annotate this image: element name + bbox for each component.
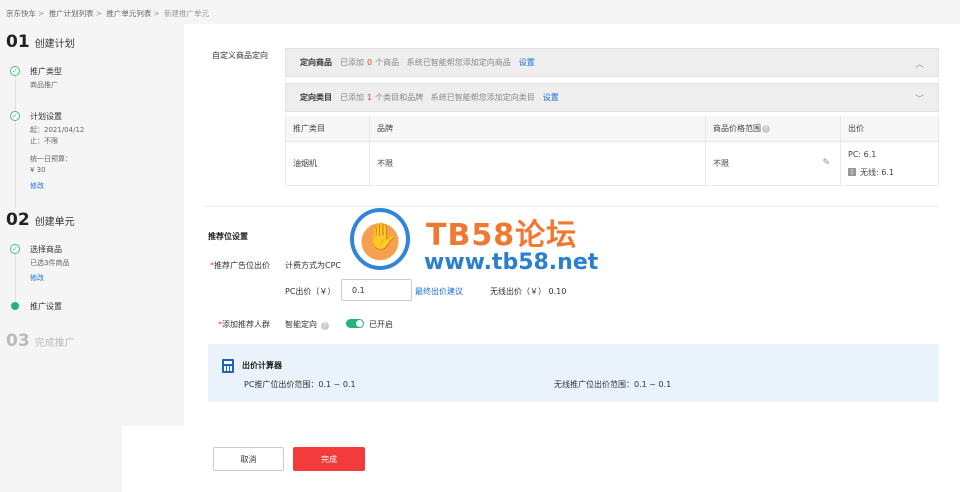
targeted-category-panel[interactable]: 定向类目 已添加 1 个类目和品牌 系统已智能帮您添加定向类目 设置 ﹀ <box>285 83 939 112</box>
substep-title: 计划设置 <box>30 112 62 121</box>
header-brand: 品牌 <box>370 116 706 141</box>
chevron-down-icon[interactable]: ﹀ <box>915 92 924 105</box>
bid-suggestion-link[interactable]: 最终出价建议 <box>415 286 463 297</box>
panel-desc: 已添加 0 个商品 系统已智能帮您添加定向商品 <box>340 58 511 67</box>
hand-logo-icon <box>350 208 410 270</box>
custom-targeting-label: 自定义商品定向 <box>212 51 268 60</box>
substep-title: 推广类型 <box>30 67 62 76</box>
step-number: 01 <box>6 32 30 52</box>
header-category: 推广类目 <box>286 116 370 141</box>
calculator-title: 出价计算器 <box>242 361 282 370</box>
done-button[interactable]: 完成 <box>293 447 365 471</box>
breadcrumb: 京东快车 > 推广计划列表 > 推广单元列表 > 新建推广单元 <box>6 8 209 19</box>
pc-bid-input[interactable] <box>341 279 412 301</box>
targeted-goods-panel[interactable]: 定向商品 已添加 0 个商品 系统已智能帮您添加定向商品 设置 ︿ <box>285 48 939 77</box>
rec-bid-label: *推荐广告位出价 <box>210 261 270 270</box>
edit-goods-link[interactable]: 修改 <box>30 273 44 283</box>
smart-targeting-toggle[interactable] <box>346 319 364 328</box>
help-icon[interactable]: ? <box>762 124 770 133</box>
pc-bid-range: PC推广位出价范围：0.1 ~ 0.1 <box>244 380 356 389</box>
selected-goods-count: 已选3件商品 <box>30 259 70 267</box>
daily-budget-label: 统一日预算： <box>30 155 72 163</box>
breadcrumb-item-current: 新建推广单元 <box>164 9 210 18</box>
breadcrumb-item-unit-list[interactable]: 推广单元列表 <box>106 9 151 18</box>
cell-price-range: 不限 ✎ <box>706 142 841 185</box>
step-label: 创建计划 <box>34 39 75 50</box>
step-number: 02 <box>6 210 30 230</box>
section-divider <box>204 206 939 207</box>
step-create-unit: 02 创建单元 <box>6 210 75 230</box>
breadcrumb-item-plan-list[interactable]: 推广计划列表 <box>49 9 94 18</box>
watermark-url: www.tb58.net <box>424 250 599 275</box>
table-header: 推广类目 品牌 商品价格范围? 出价 <box>286 116 938 142</box>
category-table: 推广类目 品牌 商品价格范围? 出价 油烟机 不限 不限 ✎ PC: 6.1 ▯ 无… <box>285 116 939 186</box>
step-connector-line <box>15 72 16 208</box>
cost-mode-text: 计费方式为CPC <box>285 261 341 270</box>
header-bid: 出价 <box>848 124 864 133</box>
check-icon: ✓ <box>10 111 20 121</box>
set-goods-link[interactable]: 设置 <box>519 57 535 68</box>
bid-calculator: 出价计算器 PC推广位出价范围：0.1 ~ 0.1 无线推广位出价范围：0.1 … <box>208 344 939 402</box>
mobile-icon: ▯ <box>848 168 856 176</box>
step-sidebar: 01 创建计划 ✓ 推广类型 商品推广 ✓ 计划设置 起：2021/04/12 … <box>0 24 122 492</box>
edit-plan-link[interactable]: 修改 <box>30 181 44 191</box>
plan-start-date: 起：2021/04/12 <box>30 126 85 134</box>
mobile-bid-row: ▯ 无线: 6.1 <box>848 167 894 178</box>
current-step-dot-icon <box>11 302 19 310</box>
form-footer: 取消 完成 <box>122 426 960 492</box>
daily-budget-value: ¥ 30 <box>30 166 46 174</box>
breadcrumb-separator: > <box>153 9 160 18</box>
mobile-bid-text: 无线出价（￥） 0.10 <box>490 287 567 296</box>
chevron-up-icon[interactable]: ︿ <box>915 57 924 70</box>
step-label: 创建单元 <box>34 217 75 228</box>
breadcrumb-separator: > <box>95 9 102 18</box>
breadcrumb-separator: > <box>38 9 45 18</box>
pencil-edit-icon[interactable]: ✎ <box>822 158 830 168</box>
cancel-button[interactable]: 取消 <box>213 447 284 471</box>
forum-watermark: TB58论坛 www.tb58.net <box>350 208 610 280</box>
step-finish: 03 完成推广 <box>6 331 75 351</box>
check-icon: ✓ <box>10 66 20 76</box>
substep-title: 推广设置 <box>30 302 62 311</box>
category-count: 1 <box>367 93 373 102</box>
substep-title: 选择商品 <box>30 245 62 254</box>
step-create-plan: 01 创建计划 <box>6 32 75 52</box>
pc-bid-label: PC出价（￥） <box>285 287 336 296</box>
cell-bid: PC: 6.1 ▯ 无线: 6.1 <box>841 142 938 185</box>
goods-count: 0 <box>367 58 373 67</box>
breadcrumb-item-kuaiche[interactable]: 京东快车 <box>6 9 36 18</box>
check-icon: ✓ <box>10 244 20 254</box>
toggle-state-text: 已开启 <box>369 320 393 329</box>
step-connector-line <box>15 248 16 304</box>
panel-desc: 已添加 1 个类目和品牌 系统已智能帮您添加定向类目 <box>340 93 535 102</box>
help-icon[interactable]: ? <box>320 322 329 330</box>
step-label: 完成推广 <box>34 338 75 349</box>
header-price-range: 商品价格范围? <box>706 116 841 141</box>
step-number: 03 <box>6 331 30 351</box>
pc-bid-value: PC: 6.1 <box>848 149 877 159</box>
panel-title: 定向类目 <box>300 93 332 102</box>
table-row: 油烟机 不限 不限 ✎ PC: 6.1 ▯ 无线: 6.1 <box>286 142 938 185</box>
set-category-link[interactable]: 设置 <box>543 92 559 103</box>
rec-section-title: 推荐位设置 <box>208 232 248 241</box>
cell-category: 油烟机 <box>286 142 370 185</box>
smart-targeting-label: 智能定向 ? <box>285 319 329 330</box>
plan-end-date: 止：不限 <box>30 137 58 145</box>
panel-title: 定向商品 <box>300 58 332 67</box>
substep-value: 商品推广 <box>30 81 58 89</box>
watermark-title: TB58论坛 <box>426 218 578 253</box>
mobile-bid-range: 无线推广位出价范围：0.1 ~ 0.1 <box>554 380 672 389</box>
calculator-icon <box>222 359 234 373</box>
rec-crowd-label: *添加推荐人群 <box>218 320 270 329</box>
toggle-knob <box>356 320 363 327</box>
cell-brand: 不限 <box>370 142 706 185</box>
